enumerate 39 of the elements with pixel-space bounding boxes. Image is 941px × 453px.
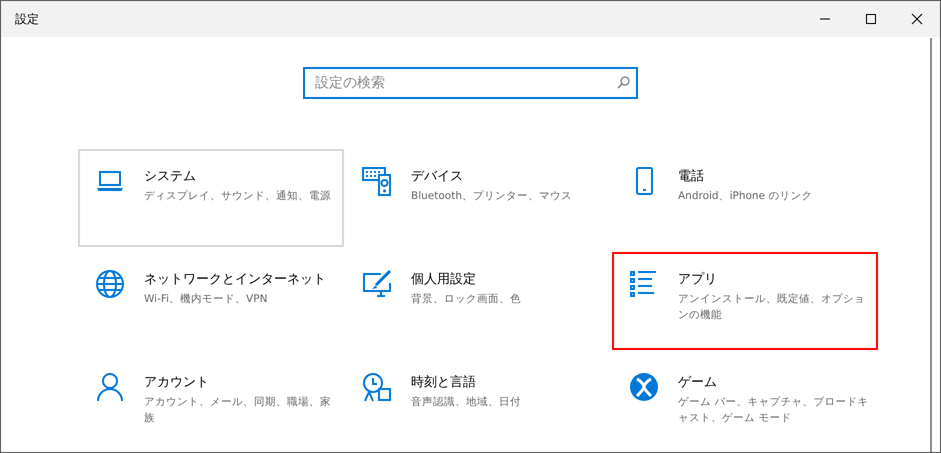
close-icon (911, 13, 923, 25)
tile-description: Android、iPhone のリンク (678, 189, 814, 204)
tile-title: アカウント (144, 374, 210, 391)
tile-title: システム (144, 168, 197, 185)
tile-title: ネットワークとインターネット (144, 271, 327, 288)
keyboard-speaker-icon (361, 165, 393, 197)
tile-title: 時刻と言語 (411, 374, 477, 391)
search-field[interactable]: 設定の検索 (303, 67, 638, 99)
tile-title: 個人用設定 (411, 271, 477, 288)
tile-title: デバイス (411, 168, 464, 185)
maximize-icon (865, 13, 877, 25)
search-icon[interactable] (617, 76, 630, 89)
settings-tile[interactable]: 電話 Android、iPhone のリンク (612, 149, 878, 247)
tile-description: Wi-Fi、機内モード、VPN (144, 292, 268, 307)
settings-tile[interactable]: アカウント アカウント、メール、同期、職場、家族 (78, 355, 344, 452)
settings-tile[interactable]: デバイス Bluetooth、プリンター、マウス (345, 149, 611, 247)
settings-tile[interactable]: 時刻と言語 音声認識、地域、日付 (345, 355, 611, 452)
settings-tile[interactable]: システム ディスプレイ、サウンド、通知、電源 (78, 149, 344, 247)
settings-tile[interactable]: ゲーム ゲーム バー、キャプチャ、ブロードキャスト、ゲーム モード (612, 355, 878, 452)
monitor-brush-icon (361, 268, 393, 300)
tile-description: Bluetooth、プリンター、マウス (411, 189, 573, 204)
settings-tile[interactable]: 個人用設定 背景、ロック画面、色 (345, 252, 611, 350)
tile-description: 背景、ロック画面、色 (411, 292, 522, 307)
circle-x-icon (628, 371, 660, 403)
globe-icon (94, 268, 126, 300)
tile-description: ディスプレイ、サウンド、通知、電源 (144, 189, 332, 204)
person-icon (94, 371, 126, 403)
window-title: 設定 (14, 10, 40, 28)
settings-tile[interactable]: ネットワークとインターネット Wi-Fi、機内モード、VPN (78, 252, 344, 350)
tile-description: アカウント、メール、同期、職場、家族 (144, 395, 332, 426)
tile-title: 電話 (678, 168, 705, 185)
tile-description: 音声認識、地域、日付 (411, 395, 522, 410)
tile-description: ゲーム バー、キャプチャ、ブロードキャスト、ゲーム モード (678, 395, 870, 426)
clock-icon (361, 371, 393, 403)
tile-description: アンインストール、既定値、オプションの機能 (678, 292, 866, 323)
settings-tile[interactable]: アプリ アンインストール、既定値、オプションの機能 (612, 252, 878, 350)
tile-title: アプリ (678, 271, 718, 288)
scrollbar[interactable] (930, 38, 932, 452)
tile-title: ゲーム (678, 374, 718, 391)
